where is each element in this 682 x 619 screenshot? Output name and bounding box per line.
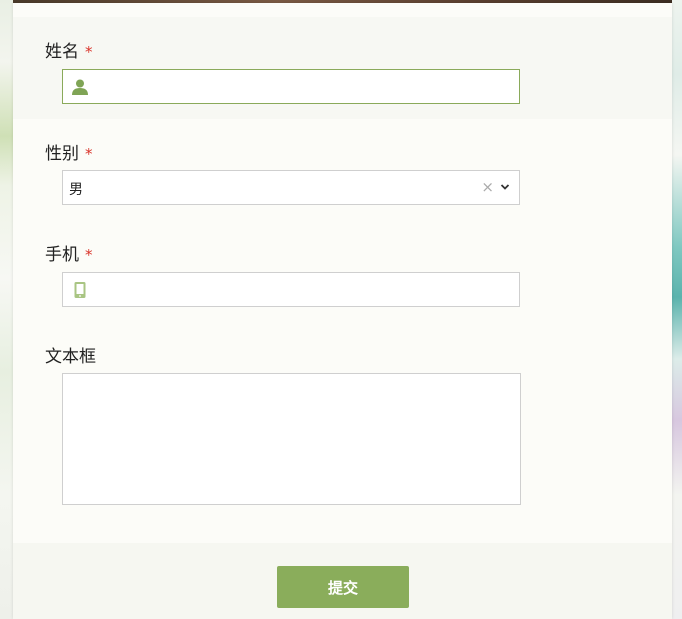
submit-button[interactable]: 提交	[277, 566, 409, 608]
gender-label: 性别 *	[45, 139, 93, 164]
name-required-mark: *	[85, 43, 93, 61]
gender-selected-value: 男	[69, 182, 83, 198]
gender-select[interactable]: 男 ×	[62, 170, 520, 205]
user-icon	[72, 79, 88, 95]
clear-icon[interactable]: ×	[481, 179, 494, 195]
name-input[interactable]	[62, 69, 520, 104]
phone-input[interactable]	[62, 272, 520, 307]
form-footer: 提交	[13, 543, 672, 619]
background-right-decoration	[672, 0, 682, 619]
gender-label-text: 性别	[45, 144, 79, 164]
background-left-decoration	[0, 0, 13, 619]
chevron-down-icon[interactable]	[500, 183, 510, 191]
textarea-label: 文本框	[45, 342, 96, 367]
textarea-label-text: 文本框	[45, 347, 96, 367]
phone-required-mark: *	[85, 246, 93, 264]
phone-label: 手机 *	[45, 240, 93, 265]
form-card: 姓名 * 性别 * 男 × 手机 * 文本框 提交	[13, 3, 672, 619]
phone-label-text: 手机	[45, 245, 79, 265]
mobile-phone-icon	[74, 282, 86, 298]
gender-required-mark: *	[85, 145, 93, 163]
name-label-text: 姓名	[45, 42, 79, 62]
name-label: 姓名 *	[45, 37, 93, 62]
text-area[interactable]	[62, 373, 521, 505]
